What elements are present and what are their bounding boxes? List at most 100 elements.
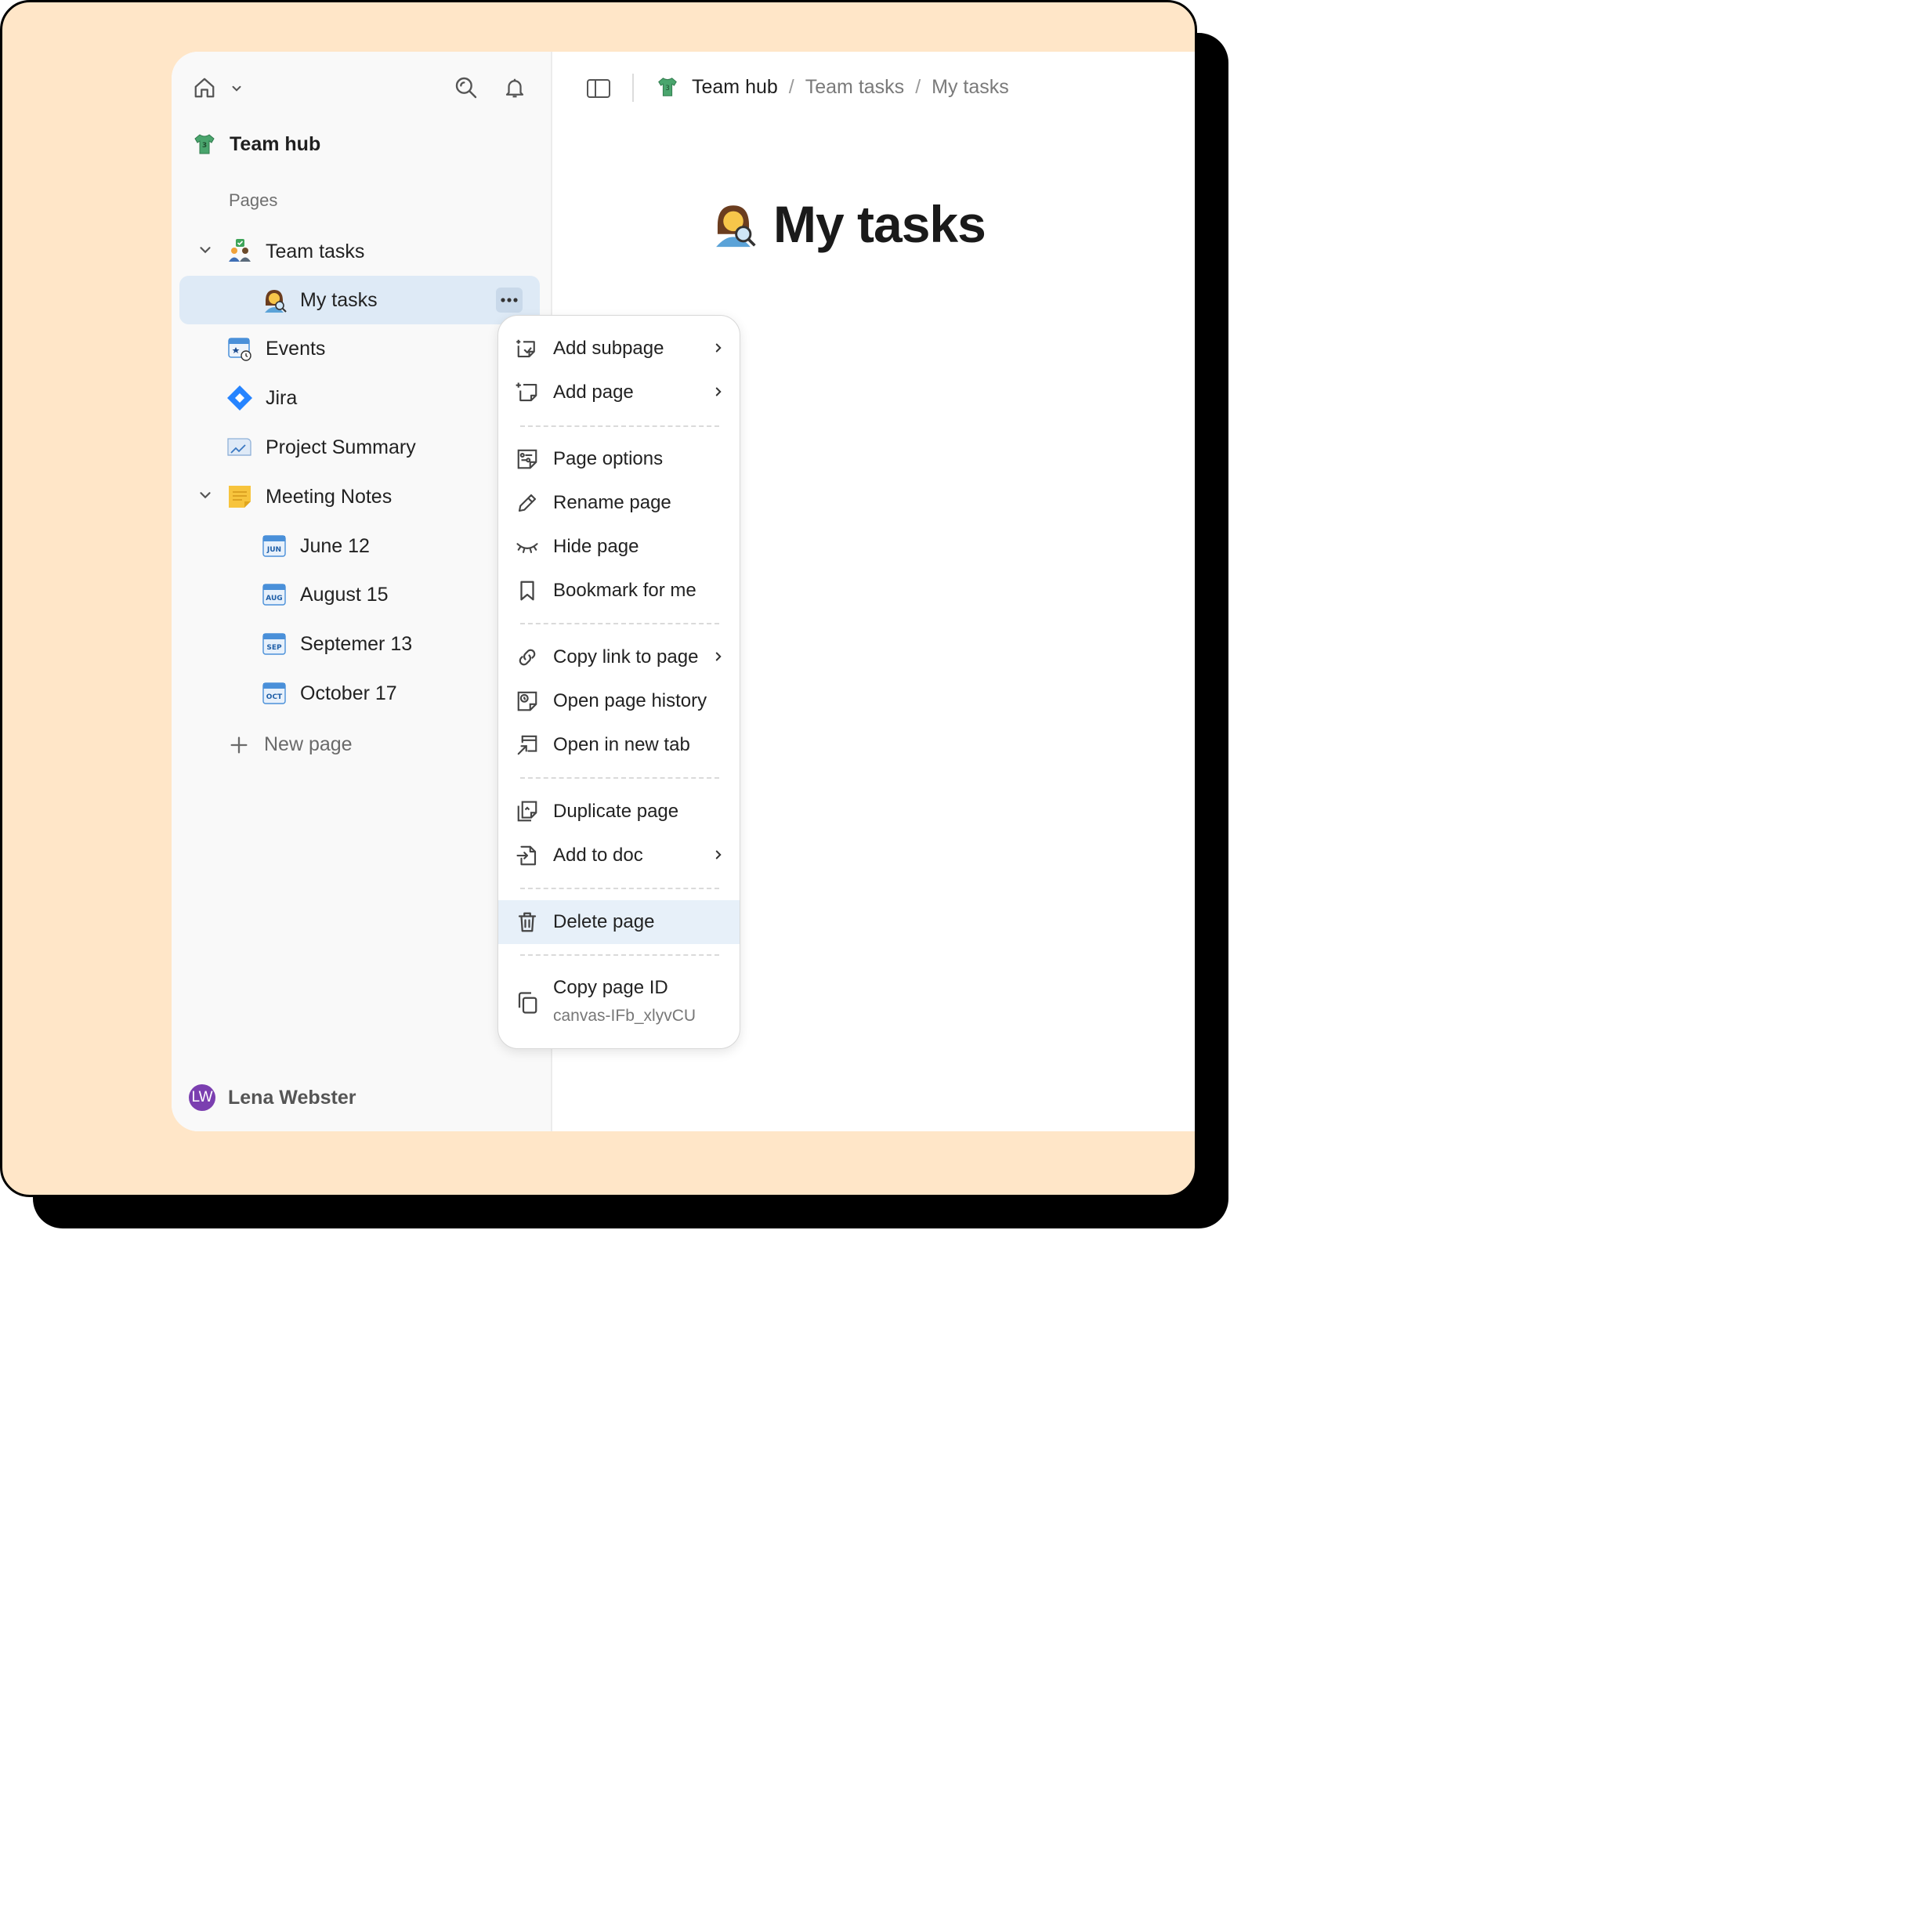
menu-item-bookmark[interactable]: Bookmark for me	[498, 569, 740, 613]
sidebar-item-label: Meeting Notes	[266, 485, 393, 508]
workspace-name: Team hub	[230, 132, 321, 155]
workspace-title[interactable]: 3 Team hub	[192, 132, 320, 157]
shirt-icon: 3	[194, 134, 215, 154]
user-name: Lena Webster	[228, 1086, 356, 1109]
page-options-icon	[517, 449, 537, 469]
page-title-text[interactable]: My tasks	[773, 194, 986, 254]
calendar-icon: AUG	[262, 584, 286, 606]
sidebar-item-label: Jira	[266, 386, 298, 409]
sidebar-item-october-17[interactable]: OCT October 17	[179, 669, 540, 718]
breadcrumb-item[interactable]: My tasks	[932, 76, 1009, 99]
new-page-label: New page	[264, 733, 353, 755]
page-context-menu: Add subpage Add page Page options Rename…	[497, 315, 740, 1049]
woman-detective-icon	[716, 205, 756, 248]
link-icon	[519, 649, 536, 666]
menu-item-copy-link[interactable]: Copy link to page	[498, 635, 740, 679]
duplicate-icon	[517, 801, 537, 822]
copy-icon	[518, 992, 537, 1014]
sidebar-item-label: Project Summary	[266, 436, 416, 458]
sidebar-item-label: June 12	[300, 534, 370, 557]
sidebar-item-meeting-notes[interactable]: Meeting Notes	[179, 472, 540, 521]
menu-item-page-options[interactable]: Page options	[498, 437, 740, 481]
breadcrumb-item[interactable]: Team tasks	[805, 76, 904, 99]
menu-divider	[520, 777, 719, 779]
sidebar-item-september-13[interactable]: SEP Septemer 13	[179, 620, 540, 668]
sticky-note-icon	[229, 486, 251, 508]
menu-item-add-page[interactable]: Add page	[498, 371, 740, 414]
menu-item-copy-page-id[interactable]: Copy page ID canvas-IFb_xlyvCU	[498, 971, 740, 1037]
svg-text:3: 3	[665, 84, 669, 92]
eye-closed-icon	[516, 543, 538, 553]
menu-item-rename-page[interactable]: Rename page	[498, 481, 740, 525]
calendar-clock-icon	[228, 338, 251, 361]
sidebar-item-label: Team tasks	[266, 240, 365, 262]
breadcrumb-separator: /	[788, 75, 794, 98]
calendar-badge: AUG	[266, 595, 282, 602]
bookmark-icon	[520, 581, 534, 601]
menu-item-label: Duplicate page	[553, 801, 679, 822]
menu-item-label: Add to doc	[553, 845, 643, 866]
more-options-button[interactable]	[496, 288, 523, 313]
menu-divider	[520, 623, 719, 624]
user-profile[interactable]: LW Lena Webster	[189, 1084, 356, 1111]
topbar-divider	[632, 74, 634, 102]
sidebar-item-label: My tasks	[300, 288, 378, 311]
menu-divider	[520, 888, 719, 889]
add-to-doc-icon	[516, 845, 537, 866]
shirt-icon: 3	[658, 78, 677, 96]
menu-item-label: Open in new tab	[553, 734, 690, 755]
sidebar-item-label: October 17	[300, 682, 397, 704]
menu-item-label: Rename page	[553, 492, 671, 513]
home-icon[interactable]	[190, 74, 219, 102]
menu-item-label: Copy link to page	[553, 646, 699, 668]
pencil-icon	[518, 494, 537, 512]
chevron-down-icon[interactable]	[197, 487, 214, 504]
sidebar: 3 Team hub Pages Team tasks My tasks Eve…	[172, 52, 552, 1131]
chart-document-icon	[227, 438, 251, 456]
menu-item-hide-page[interactable]: Hide page	[498, 525, 740, 569]
sidebar-item-my-tasks[interactable]: My tasks	[179, 276, 540, 324]
outer-frame: 3 Team hub Pages Team tasks My tasks Eve…	[0, 0, 1197, 1197]
new-page-button[interactable]: New page	[228, 733, 353, 756]
team-icon	[229, 239, 251, 262]
sidebar-item-label: August 15	[300, 583, 389, 606]
sidebar-item-august-15[interactable]: AUG August 15	[179, 570, 540, 619]
menu-divider	[520, 425, 719, 427]
sidebar-toggle-icon[interactable]	[584, 74, 613, 103]
menu-item-delete-page[interactable]: Delete page	[498, 900, 740, 944]
breadcrumb-item[interactable]: Team hub	[692, 76, 778, 99]
menu-item-add-to-doc[interactable]: Add to doc	[498, 834, 740, 877]
menu-item-add-subpage[interactable]: Add subpage	[498, 327, 740, 371]
add-subpage-icon	[516, 339, 535, 358]
ellipsis-icon	[501, 298, 518, 302]
sidebar-item-project-summary[interactable]: Project Summary	[179, 423, 540, 472]
history-icon	[517, 691, 537, 711]
menu-item-label: Add subpage	[553, 338, 664, 359]
search-icon[interactable]	[452, 74, 480, 102]
page-title: My tasks	[709, 194, 986, 254]
calendar-icon: JUN	[262, 535, 286, 557]
breadcrumb-separator: /	[915, 75, 921, 98]
svg-text:3: 3	[202, 142, 207, 150]
sidebar-item-events[interactable]: Events	[179, 324, 540, 373]
calendar-badge: JUN	[266, 546, 281, 554]
page-id-value: canvas-IFb_xlyvCU	[553, 1007, 696, 1025]
sidebar-item-june-12[interactable]: JUN June 12	[179, 522, 540, 570]
chevron-down-icon[interactable]	[228, 80, 245, 97]
menu-item-page-history[interactable]: Open page history	[498, 679, 740, 723]
bell-icon[interactable]	[501, 74, 529, 102]
menu-item-duplicate-page[interactable]: Duplicate page	[498, 790, 740, 834]
pages-section-label: Pages	[229, 190, 278, 210]
chevron-down-icon[interactable]	[197, 241, 214, 259]
menu-item-open-new-tab[interactable]: Open in new tab	[498, 723, 740, 767]
avatar: LW	[189, 1084, 215, 1111]
menu-item-label: Delete page	[553, 911, 655, 932]
sidebar-item-label: Septemer 13	[300, 632, 413, 655]
menu-item-label: Hide page	[553, 536, 639, 557]
menu-item-label: Open page history	[553, 690, 707, 711]
sidebar-item-jira[interactable]: Jira	[179, 374, 540, 422]
calendar-icon: OCT	[262, 682, 286, 704]
plus-icon	[230, 736, 248, 753]
chevron-right-icon	[715, 850, 722, 859]
sidebar-item-team-tasks[interactable]: Team tasks	[179, 227, 540, 276]
